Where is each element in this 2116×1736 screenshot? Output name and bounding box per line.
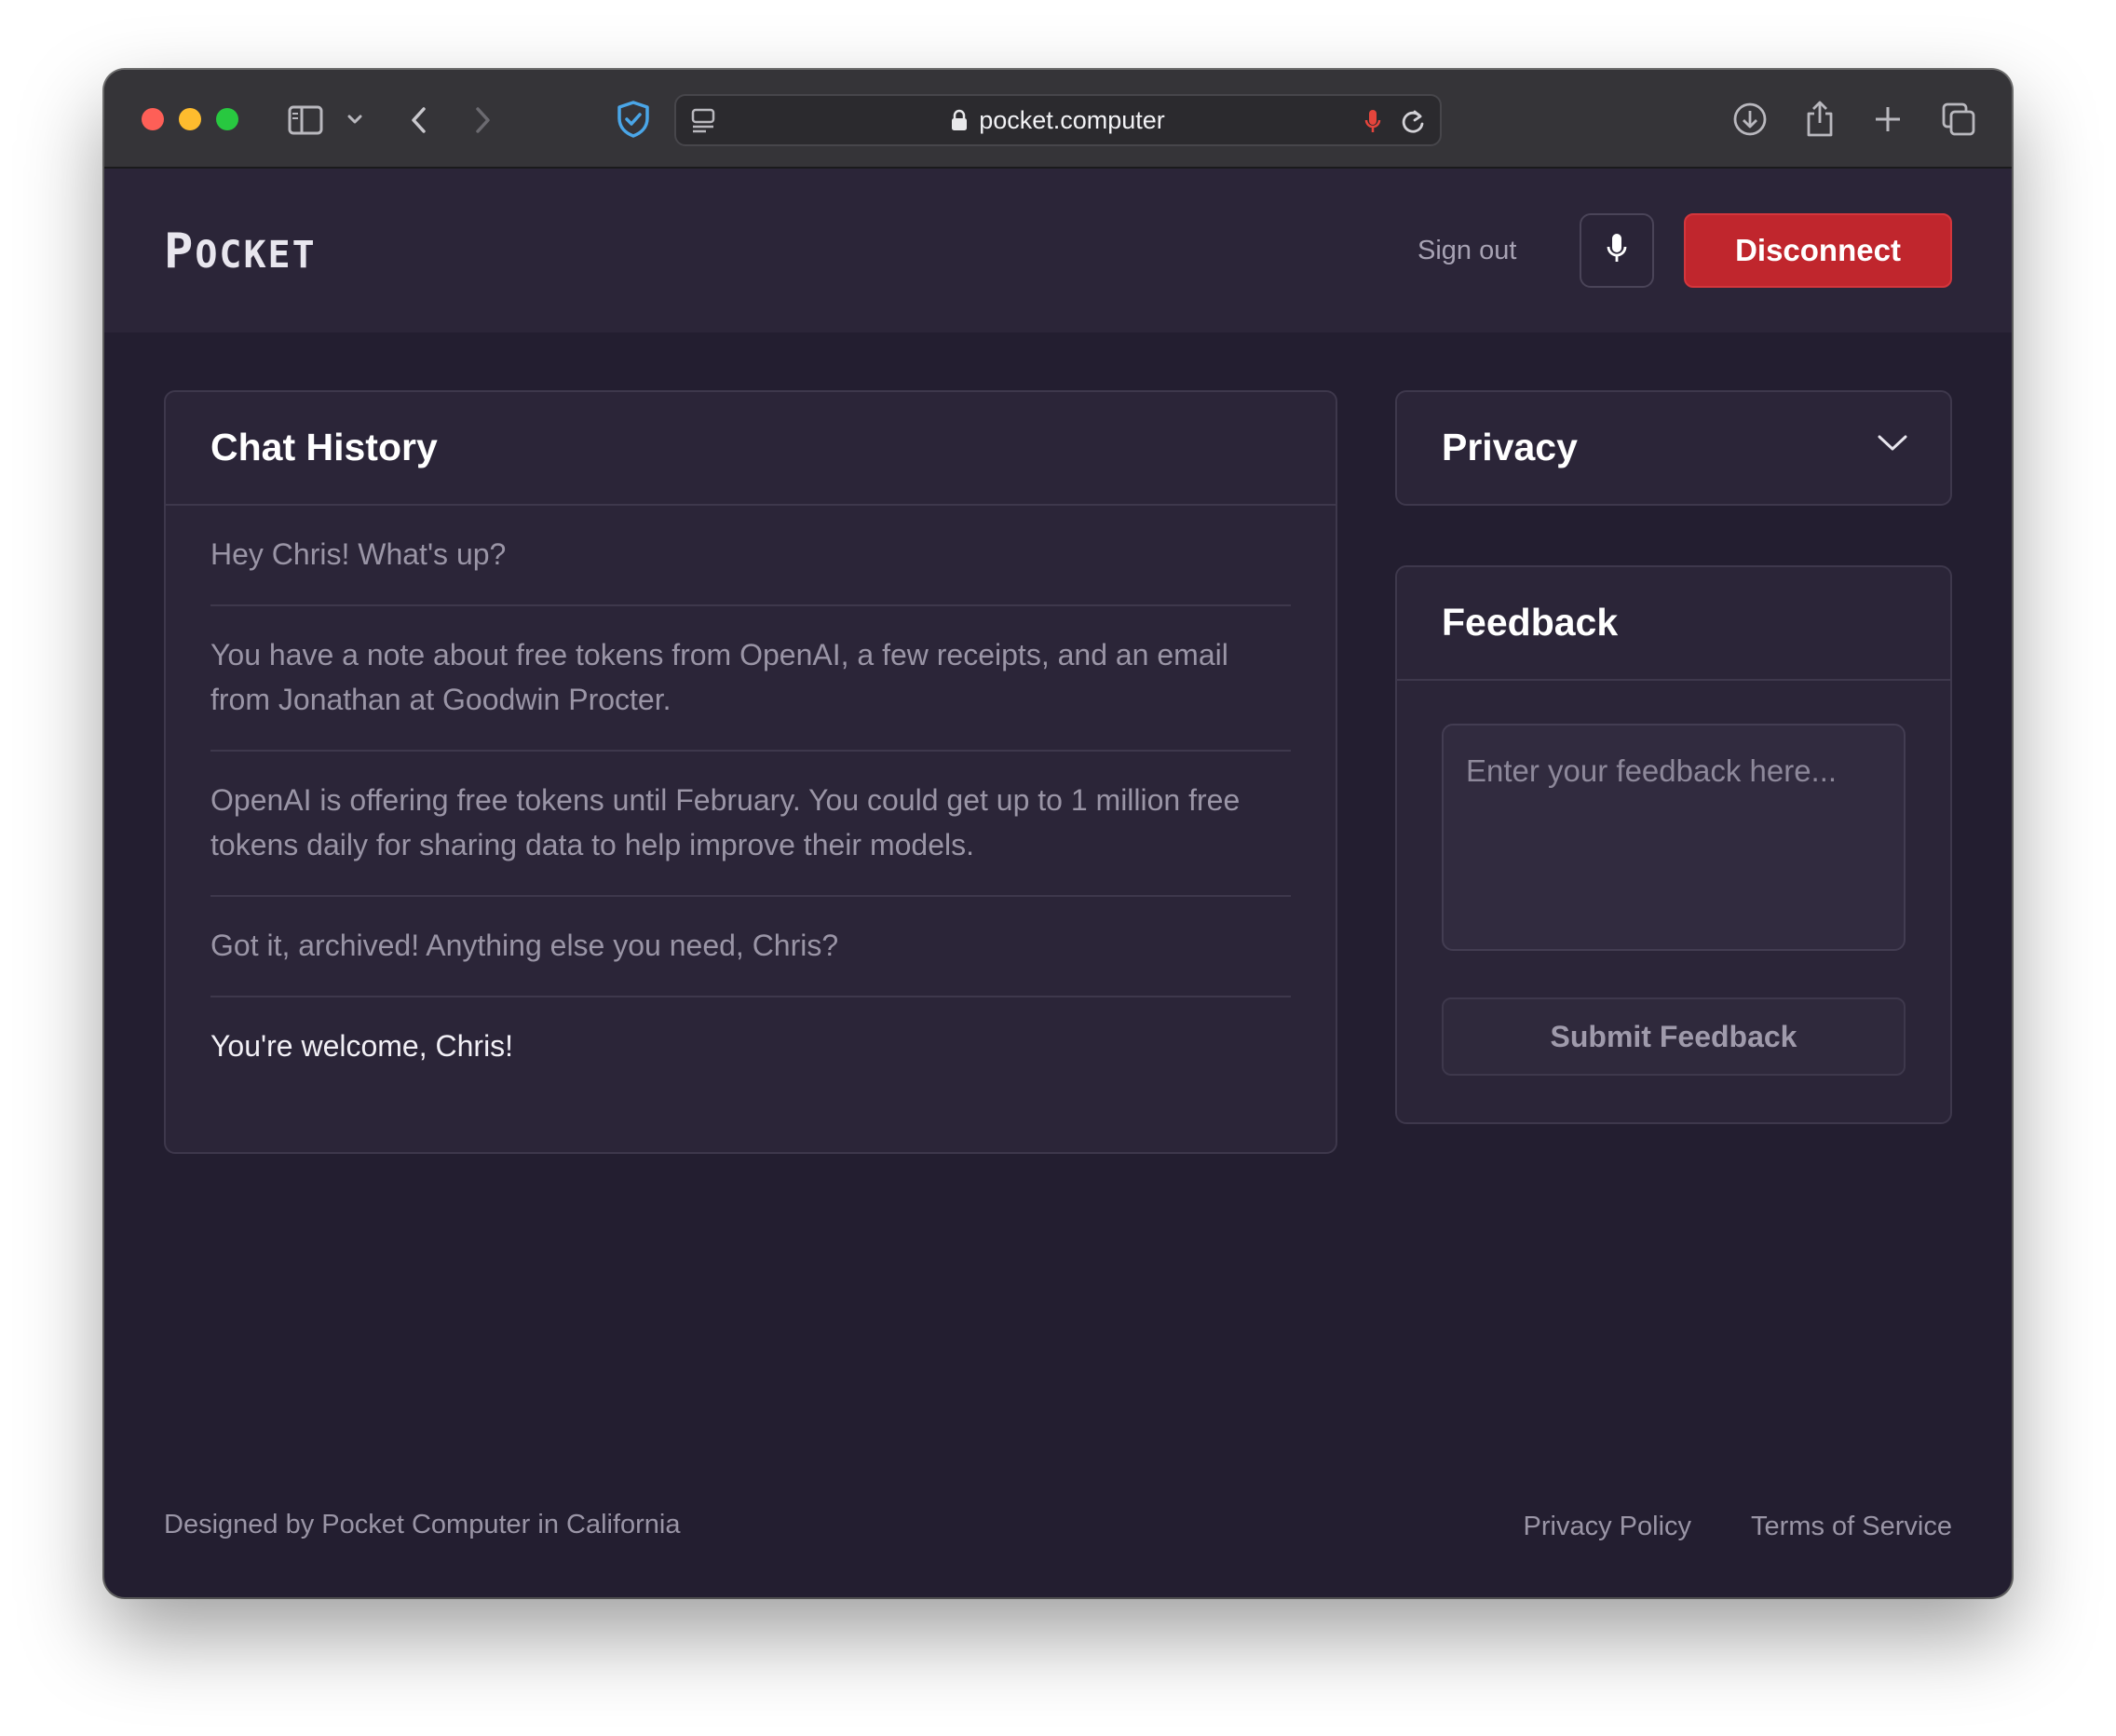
back-icon[interactable]	[404, 102, 432, 139]
disconnect-button[interactable]: Disconnect	[1684, 213, 1952, 288]
share-icon[interactable]	[1801, 96, 1838, 141]
card-divider	[166, 504, 1336, 506]
logo-rest: OCKET	[195, 234, 317, 277]
footer-links: Privacy Policy Terms of Service	[1524, 1512, 1952, 1542]
forward-icon[interactable]	[469, 102, 497, 139]
chat-history-title: Chat History	[210, 426, 438, 468]
close-window-button[interactable]	[142, 108, 164, 130]
chat-message: OpenAI is offering free tokens until Feb…	[210, 752, 1291, 897]
chat-history-card: Chat History Hey Chris! What's up? You h…	[164, 390, 1337, 1154]
privacy-title: Privacy	[1442, 426, 1578, 468]
feedback-input[interactable]	[1442, 724, 1906, 951]
chat-message: Hey Chris! What's up?	[210, 508, 1291, 606]
microphone-icon	[1605, 232, 1629, 270]
address-bar[interactable]: pocket.computer	[674, 94, 1442, 146]
feedback-title: Feedback	[1442, 601, 1619, 644]
privacy-policy-link[interactable]: Privacy Policy	[1524, 1512, 1692, 1542]
url-text: pocket.computer	[979, 105, 1165, 134]
shield-icon[interactable]	[613, 98, 654, 141]
chat-message: You're welcome, Chris!	[210, 1029, 514, 1063]
chevron-down-icon	[1876, 433, 1909, 454]
browser-window: pocket.computer POCKET Sign out Disconne…	[104, 70, 2012, 1597]
mic-icon[interactable]	[1362, 107, 1384, 137]
new-tab-icon[interactable]	[1870, 102, 1906, 137]
sidebar-icon[interactable]	[287, 102, 324, 139]
pocket-logo[interactable]: POCKET	[164, 226, 317, 280]
url-display[interactable]: pocket.computer	[676, 96, 1440, 144]
download-icon[interactable]	[1730, 100, 1770, 139]
chat-message: You have a note about free tokens from O…	[210, 606, 1291, 752]
chevron-down-icon[interactable]	[345, 109, 365, 129]
browser-toolbar: pocket.computer	[104, 70, 2012, 169]
terms-of-service-link[interactable]: Terms of Service	[1751, 1512, 1952, 1542]
voice-button[interactable]	[1580, 213, 1654, 288]
lock-icon	[951, 109, 968, 131]
submit-feedback-button[interactable]: Submit Feedback	[1442, 997, 1906, 1076]
zoom-window-button[interactable]	[216, 108, 238, 130]
sign-out-link[interactable]: Sign out	[1417, 224, 1516, 277]
feedback-card: Feedback Submit Feedback	[1395, 565, 1952, 1124]
chat-message-list: Hey Chris! What's up? You have a note ab…	[210, 508, 1291, 1096]
footer-credit: Designed by Pocket Computer in Californi…	[164, 1510, 681, 1539]
reload-icon[interactable]	[1399, 107, 1427, 137]
minimize-window-button[interactable]	[179, 108, 201, 130]
logo-initial: P	[164, 224, 196, 279]
chat-message: Got it, archived! Anything else you need…	[210, 897, 1291, 997]
privacy-accordion[interactable]: Privacy	[1395, 390, 1952, 506]
card-divider	[1397, 679, 1950, 681]
tab-overview-icon[interactable]	[1939, 100, 1978, 139]
app-header: POCKET Sign out Disconnect	[104, 169, 2012, 332]
